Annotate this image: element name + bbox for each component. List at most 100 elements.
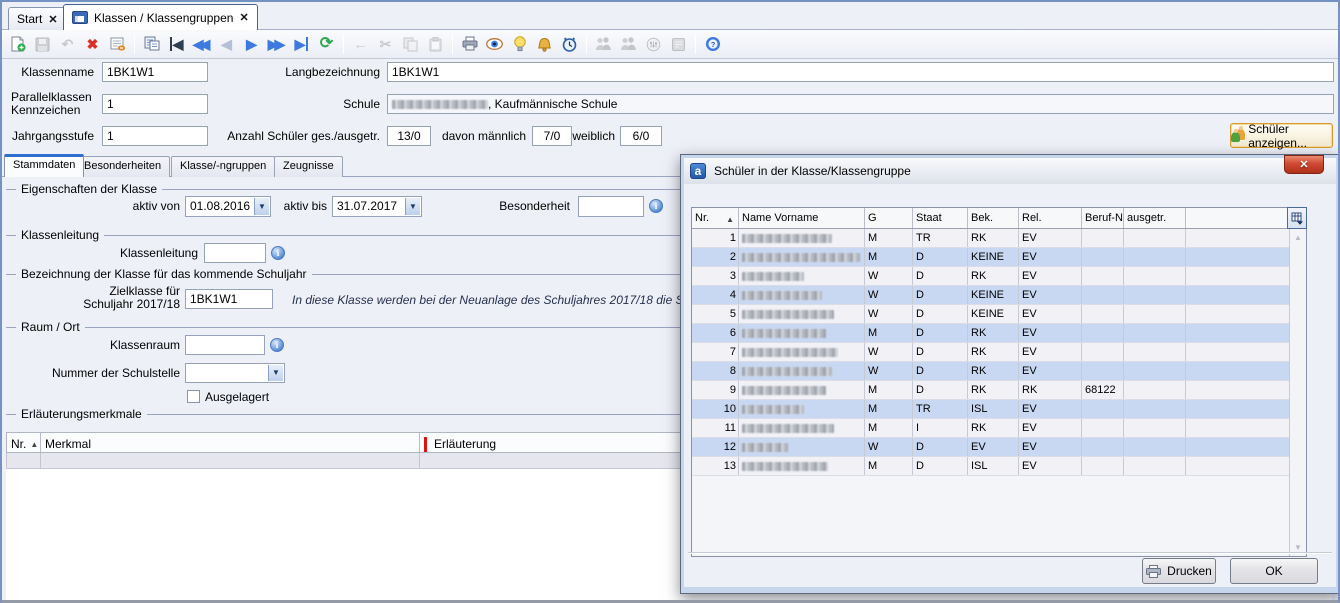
- student-table: Nr.▲ Name Vorname G Staat Bek. Rel. Beru…: [691, 207, 1307, 557]
- cell-ausgetr: [1124, 248, 1186, 266]
- klassenraum-input[interactable]: [185, 335, 265, 355]
- student-row[interactable]: 4WDKEINEEV: [692, 286, 1289, 305]
- ok-button[interactable]: OK: [1230, 558, 1318, 584]
- jahrgangsstufe-input[interactable]: 1: [102, 126, 208, 146]
- col-bek[interactable]: Bek.: [968, 208, 1019, 228]
- subtab-klassengruppen[interactable]: Klasse/-ngruppen: [171, 156, 275, 177]
- ausgelagert-checkbox[interactable]: [187, 390, 200, 403]
- merkmal-col-merkmal[interactable]: Merkmal: [41, 433, 420, 452]
- student-row[interactable]: 10MTRISLEV: [692, 400, 1289, 419]
- merkmal-col-nr[interactable]: Nr.▲: [7, 433, 41, 452]
- dialog-titlebar[interactable]: a Schüler in der Klasse/Klassengruppe ✕: [684, 158, 1336, 184]
- notes-icon[interactable]: [667, 33, 690, 56]
- chevron-down-icon[interactable]: ▼: [405, 198, 420, 215]
- reminder-clock-icon[interactable]: [558, 33, 581, 56]
- besonderheit-input[interactable]: [578, 196, 644, 217]
- subtab-zeugnisse[interactable]: Zeugnisse: [274, 156, 343, 177]
- anzahl-schueler-field: 13/0: [387, 126, 431, 146]
- nav-prev-fast-icon[interactable]: ◀◀: [190, 33, 213, 56]
- doc-tab-start[interactable]: Start ✕: [8, 7, 67, 30]
- aktiv-bis-input[interactable]: 31.07.2017 ▼: [332, 196, 422, 217]
- filter-settings-icon[interactable]: [642, 33, 665, 56]
- student-row[interactable]: 5WDKEINEEV: [692, 305, 1289, 324]
- subtab-besonderheiten[interactable]: Besonderheiten: [75, 156, 170, 177]
- student-row[interactable]: 12WDEVEV: [692, 438, 1289, 457]
- new-record-icon[interactable]: [6, 33, 29, 56]
- chevron-down-icon[interactable]: ▼: [254, 198, 269, 215]
- schueler-anzeigen-button[interactable]: Schüler anzeigen...: [1230, 123, 1333, 148]
- klassenraum-info-icon[interactable]: i: [270, 338, 284, 352]
- col-staat[interactable]: Staat: [913, 208, 968, 228]
- toolbar-separator: [452, 34, 453, 54]
- tip-bulb-icon[interactable]: [508, 33, 531, 56]
- cell-g: M: [865, 400, 913, 418]
- drucken-button[interactable]: Drucken: [1142, 558, 1216, 584]
- cell-fill: [1186, 324, 1289, 342]
- copy-record-icon[interactable]: [140, 33, 163, 56]
- notification-bell-icon[interactable]: [533, 33, 556, 56]
- svg-text:?: ?: [710, 40, 715, 49]
- col-name-vorname[interactable]: Name Vorname: [739, 208, 865, 228]
- student-row[interactable]: 7WDRKEV: [692, 343, 1289, 362]
- langbezeichnung-input[interactable]: 1BK1W1: [387, 62, 1334, 82]
- nav-last-icon[interactable]: ▶: [290, 33, 313, 56]
- cell-g: M: [865, 419, 913, 437]
- student-row[interactable]: 8WDRKEV: [692, 362, 1289, 381]
- vertical-scrollbar[interactable]: ▲ ▼: [1289, 229, 1306, 556]
- undo-icon[interactable]: ↶: [56, 33, 79, 56]
- close-icon[interactable]: ✕: [239, 11, 248, 24]
- copy-icon[interactable]: [399, 33, 422, 56]
- scroll-up-icon[interactable]: ▲: [1290, 230, 1306, 245]
- col-g[interactable]: G: [865, 208, 913, 228]
- subtab-stammdaten[interactable]: Stammdaten: [4, 154, 84, 177]
- cell-nr: 13: [692, 457, 739, 475]
- cell-bek: KEINE: [968, 248, 1019, 266]
- student-row[interactable]: 1MTRRKEV: [692, 229, 1289, 248]
- col-ausgetr[interactable]: ausgetr.: [1124, 208, 1186, 228]
- aktiv-von-input[interactable]: 01.08.2016 ▼: [185, 196, 271, 217]
- refresh-icon[interactable]: ⟳: [315, 33, 338, 56]
- edit-form-remove-icon[interactable]: [106, 33, 129, 56]
- cell-bek: KEINE: [968, 286, 1019, 304]
- column-picker-button[interactable]: [1287, 207, 1307, 229]
- save-icon[interactable]: [31, 33, 54, 56]
- chevron-down-icon[interactable]: ▼: [268, 365, 283, 381]
- cell-nr: 12: [692, 438, 739, 456]
- besonderheit-info-icon[interactable]: i: [649, 199, 663, 213]
- cut-icon[interactable]: ✂: [374, 33, 397, 56]
- student-row[interactable]: 2MDKEINEEV: [692, 248, 1289, 267]
- col-beruf-nr[interactable]: Beruf-Nr.: [1082, 208, 1124, 228]
- student-row[interactable]: 11MIRKEV: [692, 419, 1289, 438]
- student-row[interactable]: 3WDRKEV: [692, 267, 1289, 286]
- students-group-icon[interactable]: [592, 33, 615, 56]
- paste-icon[interactable]: [424, 33, 447, 56]
- klassenleitung-input[interactable]: [204, 243, 266, 263]
- parallelklassen-input[interactable]: 1: [102, 94, 208, 114]
- student-row[interactable]: 9MDRKRK68122: [692, 381, 1289, 400]
- doc-tab-klassen[interactable]: Klassen / Klassengruppen ✕: [63, 4, 258, 30]
- cell-staat: D: [913, 438, 968, 456]
- student-row[interactable]: 13MDISLEV: [692, 457, 1289, 476]
- print-icon[interactable]: [458, 33, 481, 56]
- nav-next-fast-icon[interactable]: ▶▶: [265, 33, 288, 56]
- zielklasse-note: In diese Klasse werden bei der Neuanlage…: [292, 293, 716, 307]
- nav-first-icon[interactable]: ◀: [165, 33, 188, 56]
- close-icon[interactable]: ✕: [48, 13, 57, 26]
- nav-next-icon[interactable]: ▶: [240, 33, 263, 56]
- klassenleitung-info-icon[interactable]: i: [271, 246, 285, 260]
- nav-prev-icon[interactable]: ◀: [215, 33, 238, 56]
- schulstelle-select[interactable]: ▼: [185, 363, 285, 383]
- delete-record-icon[interactable]: ✖: [81, 33, 104, 56]
- col-rel[interactable]: Rel.: [1019, 208, 1082, 228]
- cell-fill: [1186, 229, 1289, 247]
- student-row[interactable]: 6MDRKEV: [692, 324, 1289, 343]
- col-nr[interactable]: Nr.▲: [692, 208, 739, 228]
- parents-group-icon[interactable]: [617, 33, 640, 56]
- klassenname-input[interactable]: 1BK1W1: [102, 62, 208, 82]
- dialog-close-button[interactable]: ✕: [1284, 155, 1324, 174]
- back-arrow-icon[interactable]: ←: [349, 33, 372, 56]
- zielklasse-input[interactable]: 1BK1W1: [185, 289, 273, 309]
- cell-fill: [1186, 305, 1289, 323]
- preview-eye-icon[interactable]: [483, 33, 506, 56]
- help-icon[interactable]: ?: [701, 33, 724, 56]
